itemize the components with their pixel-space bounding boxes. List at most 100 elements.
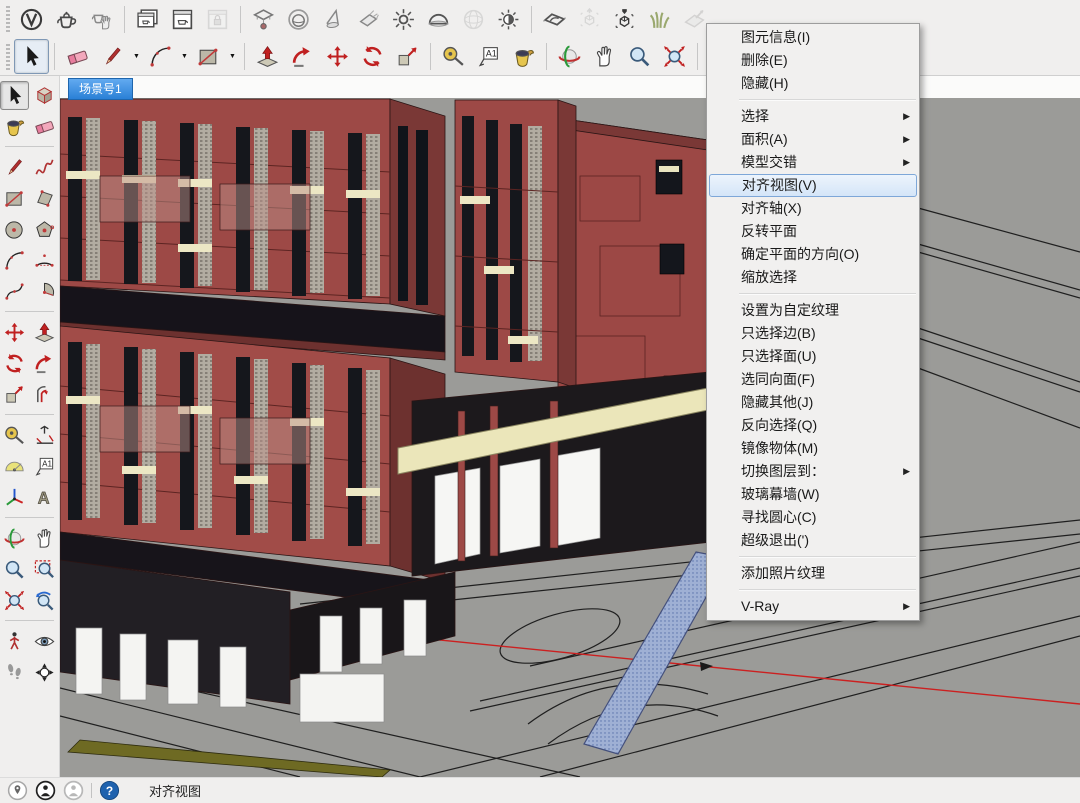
menu-item-make-unique-texture[interactable]: 设置为自定纹理 xyxy=(709,299,917,322)
menu-item-select-faces-only[interactable]: 只选择面(U) xyxy=(709,345,917,368)
polygon-tool[interactable] xyxy=(31,215,60,244)
menu-item-erase[interactable]: 删除(E) xyxy=(709,49,917,72)
menu-item-invert-selection[interactable]: 反向选择(Q) xyxy=(709,414,917,437)
claim-credit-icon[interactable] xyxy=(35,780,56,801)
followme-tool[interactable] xyxy=(285,39,320,74)
scale-tool[interactable] xyxy=(0,380,29,409)
menu-item-select-edges-only[interactable]: 只选择边(B) xyxy=(709,322,917,345)
arc-tool[interactable] xyxy=(0,246,29,275)
toolbar-gripper[interactable] xyxy=(6,6,10,32)
building-middle-tower[interactable] xyxy=(455,100,576,388)
scale-tool[interactable] xyxy=(390,39,425,74)
orbit-tool[interactable] xyxy=(0,524,29,553)
import-proxy-icon[interactable] xyxy=(607,2,642,37)
eraser-tool[interactable] xyxy=(60,39,95,74)
3d-text-tool[interactable] xyxy=(31,483,60,512)
position-camera-tool[interactable] xyxy=(0,627,29,656)
sphere-light-icon[interactable] xyxy=(281,2,316,37)
menu-item-align-axes[interactable]: 对齐轴(X) xyxy=(709,197,917,220)
three-point-arc-tool[interactable] xyxy=(0,277,29,306)
omni-light-icon[interactable] xyxy=(386,2,421,37)
previous-view-tool[interactable] xyxy=(31,586,60,615)
arc-tool-dropdown-icon[interactable]: ▼ xyxy=(178,40,191,73)
menu-item-super-exit[interactable]: 超级退出(') xyxy=(709,529,917,552)
sign-in-icon[interactable] xyxy=(63,780,84,801)
tape-measure-tool[interactable] xyxy=(0,421,29,450)
viewport-3d-model[interactable] xyxy=(60,76,1080,777)
hemispheric-dome-icon[interactable] xyxy=(421,2,456,37)
arc-tool[interactable] xyxy=(143,39,178,74)
spot-light-icon[interactable] xyxy=(316,2,351,37)
menu-item-entity-info[interactable]: 图元信息(I) xyxy=(709,26,917,49)
zoom-extents-tool[interactable] xyxy=(657,39,692,74)
menu-item-select-same-normal[interactable]: 选同向面(F) xyxy=(709,368,917,391)
menu-item-glass-curtain-wall[interactable]: 玻璃幕墙(W) xyxy=(709,483,917,506)
zoom-window-tool[interactable] xyxy=(31,555,60,584)
offset-tool[interactable] xyxy=(31,380,60,409)
pushpull-tool[interactable] xyxy=(250,39,285,74)
building-upper-left-tower[interactable] xyxy=(60,99,445,360)
rectangle-tool[interactable] xyxy=(191,39,226,74)
render-teapot-icon[interactable] xyxy=(49,2,84,37)
pan-tool[interactable] xyxy=(587,39,622,74)
zoom-extents-tool[interactable] xyxy=(0,586,29,615)
menu-item-mirror-object[interactable]: 镜像物体(M) xyxy=(709,437,917,460)
text-tool[interactable] xyxy=(471,39,506,74)
tape-measure-tool[interactable] xyxy=(436,39,471,74)
menu-item-intersect-faces[interactable]: 模型交错▶ xyxy=(709,151,917,174)
rectangle-tool-dropdown-icon[interactable]: ▼ xyxy=(226,40,239,73)
fur-icon[interactable] xyxy=(642,2,677,37)
move-tool[interactable] xyxy=(0,318,29,347)
locked-render-icon[interactable] xyxy=(200,2,235,37)
rectangle-tool[interactable] xyxy=(0,184,29,213)
batch-render-window-icon[interactable] xyxy=(165,2,200,37)
rotated-rectangle-tool[interactable] xyxy=(31,184,60,213)
menu-item-add-photo-texture[interactable]: 添加照片纹理 xyxy=(709,562,917,585)
dome-light-icon[interactable] xyxy=(246,2,281,37)
rotate-tool[interactable] xyxy=(0,349,29,378)
turn-tool[interactable] xyxy=(31,658,60,687)
viewport[interactable]: 场景号1 xyxy=(60,76,1080,777)
line-tool-dropdown-icon[interactable]: ▼ xyxy=(130,40,143,73)
line-tool[interactable] xyxy=(95,39,130,74)
pan-tool[interactable] xyxy=(31,524,60,553)
infinite-plane-icon[interactable] xyxy=(537,2,572,37)
menu-item-hide[interactable]: 隐藏(H) xyxy=(709,72,917,95)
export-proxy-icon[interactable] xyxy=(572,2,607,37)
look-around-tool[interactable] xyxy=(31,627,60,656)
menu-item-v-ray[interactable]: V-Ray▶ xyxy=(709,595,917,618)
pushpull-tool[interactable] xyxy=(31,318,60,347)
menu-item-reverse-faces[interactable]: 反转平面 xyxy=(709,220,917,243)
two-point-arc-tool[interactable] xyxy=(31,246,60,275)
geolocation-icon[interactable] xyxy=(7,780,28,801)
interactive-render-icon[interactable] xyxy=(84,2,119,37)
followme-tool[interactable] xyxy=(31,349,60,378)
line-tool[interactable] xyxy=(0,153,29,182)
menu-item-move-to-layer[interactable]: 切换图层到：▶ xyxy=(709,460,917,483)
pie-tool[interactable] xyxy=(31,277,60,306)
move-tool[interactable] xyxy=(320,39,355,74)
menu-item-area[interactable]: 面积(A)▶ xyxy=(709,128,917,151)
toolbar-gripper[interactable] xyxy=(6,44,10,70)
rectangle-light-icon[interactable] xyxy=(351,2,386,37)
menu-item-find-center[interactable]: 寻找圆心(C) xyxy=(709,506,917,529)
menu-item-orient-faces[interactable]: 确定平面的方向(O) xyxy=(709,243,917,266)
select-tool[interactable] xyxy=(14,39,49,74)
select-tool[interactable] xyxy=(0,81,29,110)
scene-tab[interactable]: 场景号1 xyxy=(68,78,133,100)
component-tool[interactable] xyxy=(31,81,60,110)
menu-item-align-view[interactable]: 对齐视图(V) xyxy=(709,174,917,197)
zoom-tool[interactable] xyxy=(0,555,29,584)
text-tool[interactable] xyxy=(31,452,60,481)
orbit-tool[interactable] xyxy=(552,39,587,74)
ies-light-icon[interactable] xyxy=(456,2,491,37)
freehand-tool[interactable] xyxy=(31,153,60,182)
eraser-tool[interactable] xyxy=(31,112,60,141)
paint-bucket-tool[interactable] xyxy=(506,39,541,74)
emissive-sphere-icon[interactable] xyxy=(491,2,526,37)
paint-bucket-tool[interactable] xyxy=(0,112,29,141)
circle-tool[interactable] xyxy=(0,215,29,244)
protractor-tool[interactable] xyxy=(0,452,29,481)
walk-tool[interactable] xyxy=(0,658,29,687)
menu-item-select-submenu[interactable]: 选择▶ xyxy=(709,105,917,128)
